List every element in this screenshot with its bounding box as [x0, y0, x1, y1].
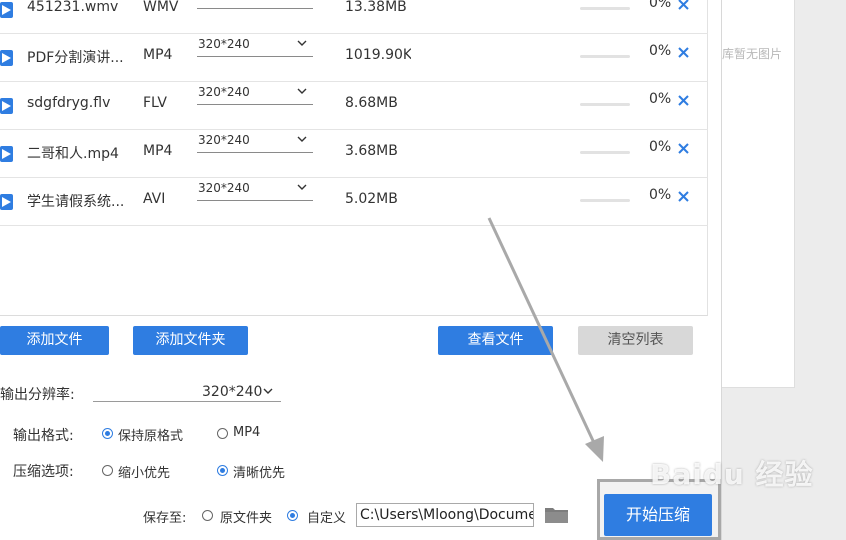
file-row: 451231.wmv WMV 320*240 13.38MB 0% [0, 0, 708, 34]
start-compress-button[interactable]: 开始压缩 [604, 494, 712, 536]
video-file-icon [0, 146, 13, 162]
file-size: 1019.90KB [345, 47, 411, 63]
file-size: 13.38MB [345, 0, 407, 15]
resolution-select-value: 320*240 [202, 384, 263, 400]
resolution-label: 输出分辨率: [0, 387, 75, 403]
save-original-label: 原文件夹 [220, 511, 273, 526]
format-mp4-radio[interactable] [217, 428, 228, 439]
resolution-select[interactable]: 320*240 [93, 380, 281, 402]
file-resolution-select[interactable]: 320*240 [197, 0, 313, 9]
progress-bar [580, 151, 630, 154]
remove-file-icon[interactable] [676, 92, 692, 108]
save-original-radio[interactable] [202, 510, 213, 521]
file-resolution-select[interactable]: 320*240 [197, 181, 313, 201]
progress-bar [580, 7, 630, 10]
file-type: FLV [143, 95, 167, 111]
file-row: PDF分割演讲... MP4 320*240 1019.90KB 0% [0, 34, 708, 82]
main-panel: 451231.wmv WMV 320*240 13.38MB 0% PDF分割演讲... M… [0, 0, 722, 540]
progress-percent: 0% [649, 187, 672, 203]
file-type: AVI [143, 191, 166, 207]
video-file-icon [0, 98, 13, 114]
progress-percent: 0% [649, 43, 672, 59]
chevron-down-icon [297, 184, 307, 190]
compress-label: 压缩选项: [13, 464, 74, 480]
file-name: 学生请假系统... [27, 194, 125, 210]
format-keep-radio[interactable] [102, 428, 113, 439]
file-row: 二哥和人.mp4 MP4 320*240 3.68MB 0% [0, 130, 708, 178]
compress-size-label: 缩小优先 [118, 466, 171, 481]
add-folder-button[interactable]: 添加文件夹 [133, 326, 248, 355]
file-resolution-select[interactable]: 320*240 [197, 133, 313, 153]
remove-file-icon[interactable] [676, 188, 692, 204]
chevron-down-icon [297, 136, 307, 142]
file-row: sdgfdryg.flv FLV 320*240 8.68MB 0% [0, 82, 708, 130]
file-resolution-value: 320*240 [198, 181, 250, 195]
remove-file-icon[interactable] [676, 0, 692, 12]
file-resolution-select[interactable]: 320*240 [197, 37, 313, 57]
remove-file-icon[interactable] [676, 44, 692, 60]
file-resolution-value: 320*240 [198, 37, 250, 51]
view-file-button[interactable]: 查看文件 [438, 326, 553, 355]
file-resolution-value: 320*240 [198, 85, 250, 99]
save-custom-label: 自定义 [307, 511, 347, 526]
file-resolution-value: 320*240 [198, 0, 250, 3]
compress-quality-label: 清晰优先 [233, 466, 286, 481]
save-label: 保存至: [143, 511, 187, 526]
file-resolution-select[interactable]: 320*240 [197, 85, 313, 105]
file-name: PDF分割演讲... [27, 50, 124, 66]
watermark-logo: Baidu 经验 [650, 458, 814, 491]
video-file-icon [0, 194, 13, 210]
progress-bar [580, 55, 630, 58]
compress-quality-radio[interactable] [217, 465, 228, 476]
chevron-down-icon [263, 388, 273, 394]
remove-file-icon[interactable] [676, 140, 692, 156]
folder-icon[interactable] [544, 505, 569, 524]
chevron-down-icon [297, 88, 307, 94]
file-type: MP4 [143, 47, 173, 63]
format-keep-label: 保持原格式 [118, 429, 184, 444]
format-label: 输出格式: [13, 428, 74, 444]
video-file-icon [0, 2, 13, 18]
add-file-button[interactable]: 添加文件 [0, 326, 109, 355]
file-name: sdgfdryg.flv [27, 95, 111, 111]
progress-percent: 0% [649, 0, 672, 11]
file-type: WMV [143, 0, 179, 15]
file-resolution-value: 320*240 [198, 133, 250, 147]
file-type: MP4 [143, 143, 173, 159]
file-name: 二哥和人.mp4 [27, 146, 119, 162]
video-file-icon [0, 50, 13, 66]
format-mp4-label: MP4 [233, 425, 261, 440]
file-row: 学生请假系统... AVI 320*240 5.02MB 0% [0, 178, 708, 226]
file-name: 451231.wmv [27, 0, 119, 15]
file-size: 8.68MB [345, 95, 398, 111]
progress-bar [580, 199, 630, 202]
progress-bar [580, 103, 630, 106]
save-path-input[interactable]: C:\Users\Mloong\Documents [356, 503, 534, 527]
chevron-down-icon [297, 40, 307, 46]
file-size: 5.02MB [345, 191, 398, 207]
preview-empty-text: 库暂无图片 [722, 47, 783, 61]
progress-percent: 0% [649, 91, 672, 107]
file-list: 451231.wmv WMV 320*240 13.38MB 0% PDF分割演讲... M… [0, 0, 708, 316]
progress-percent: 0% [649, 139, 672, 155]
save-custom-radio[interactable] [287, 510, 298, 521]
compress-size-radio[interactable] [102, 465, 113, 476]
clear-list-button[interactable]: 清空列表 [578, 326, 693, 355]
file-size: 3.68MB [345, 143, 398, 159]
